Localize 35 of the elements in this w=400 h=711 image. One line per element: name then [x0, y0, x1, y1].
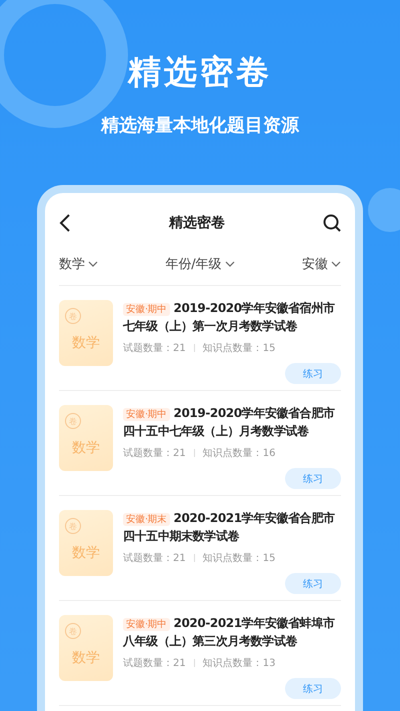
filter-dropdown[interactable]: 数学: [59, 255, 98, 273]
paper-tag: 安徽·期末: [123, 513, 170, 526]
paper-title[interactable]: 安徽·期末 2020-2021学年安徽省合肥市 四十五中期末数学试卷: [123, 510, 341, 545]
chevron-down-icon: [224, 261, 235, 267]
screen-title: 精选密卷: [169, 214, 225, 232]
question-count: 试题数量：21: [123, 342, 186, 355]
paper-tag: 安徽·期中: [123, 408, 170, 421]
cover-subject: 数学: [72, 649, 100, 667]
back-icon[interactable]: [59, 214, 71, 232]
cover-subject: 数学: [72, 544, 100, 562]
question-count: 试题数量：21: [123, 552, 186, 565]
knowledge-count: 知识点数量：15: [202, 552, 276, 565]
cover-subject: 数学: [72, 334, 100, 352]
cover-stamp: 卷: [65, 518, 81, 534]
paper-title[interactable]: 安徽·期中 2019-2020学年安徽省宿州市 七年级（上）第一次月考数学试卷: [123, 300, 341, 335]
paper-tag: 安徽·期中: [123, 303, 170, 316]
knowledge-count: 知识点数量：16: [202, 446, 276, 460]
paper-title[interactable]: 安徽·期中 2019-2020学年安徽省合肥市 四十五中七年级（上）月考数学试卷: [123, 405, 341, 440]
cover-stamp: 卷: [65, 623, 81, 639]
cover-stamp: 卷: [65, 413, 81, 429]
hero-title: 精选密卷: [128, 51, 272, 93]
cover-stamp: 卷: [65, 308, 81, 324]
knowledge-count: 知识点数量：15: [202, 342, 276, 355]
knowledge-count: 知识点数量：13: [202, 656, 276, 670]
chevron-down-icon: [88, 261, 98, 267]
filter-dropdown[interactable]: 年份/年级: [165, 255, 235, 273]
cover-subject: 数学: [72, 439, 100, 457]
search-icon[interactable]: [323, 214, 341, 232]
question-count: 试题数量：21: [123, 446, 186, 460]
filter-dropdown[interactable]: 安徽: [302, 255, 341, 273]
paper-title[interactable]: 安徽·期中 2020-2021学年安徽省蚌埠市 八年级（上）第三次月考数学试卷: [123, 615, 341, 650]
hero-subtitle: 精选海量本地化题目资源: [101, 114, 299, 137]
question-count: 试题数量：21: [123, 656, 186, 670]
paper-tag: 安徽·期中: [123, 618, 170, 631]
chevron-down-icon: [330, 261, 341, 267]
